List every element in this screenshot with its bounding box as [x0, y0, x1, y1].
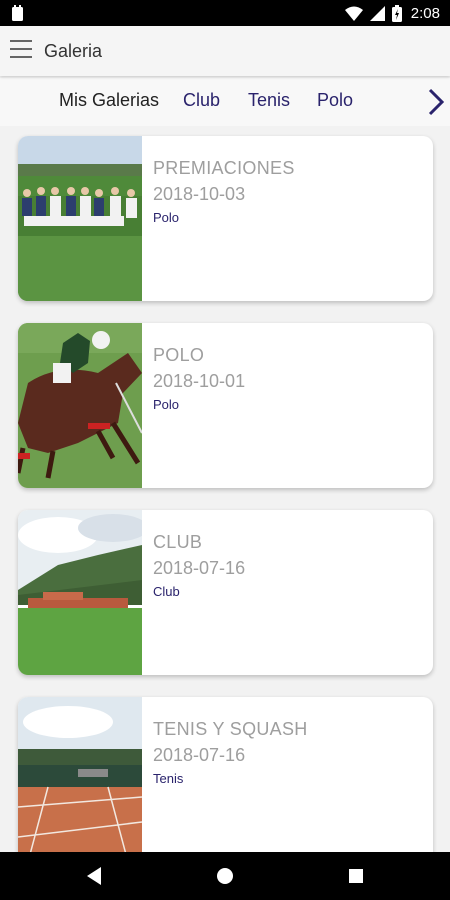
- gallery-thumbnail: [18, 510, 142, 675]
- gallery-category: Tenis: [153, 771, 184, 786]
- status-bar: 2:08: [0, 0, 450, 26]
- system-nav-bar: [0, 852, 450, 900]
- tab-mis-galerias[interactable]: Mis Galerias: [59, 90, 159, 111]
- gallery-card-premiaciones[interactable]: PREMIACIONES 2018-10-03 Polo: [18, 136, 433, 301]
- gallery-category: Club: [153, 584, 180, 599]
- status-time: 2:08: [410, 4, 440, 22]
- home-icon[interactable]: [213, 864, 237, 888]
- gallery-tab-bar: Mis Galerias Club Tenis Polo: [0, 78, 450, 126]
- tab-club[interactable]: Club: [183, 90, 220, 111]
- gallery-title: CLUB: [153, 532, 203, 552]
- gallery-thumbnail: [18, 136, 142, 301]
- recents-icon[interactable]: [344, 864, 368, 888]
- gallery-card-club[interactable]: CLUB 2018-07-16 Club: [18, 510, 433, 675]
- back-icon[interactable]: [83, 864, 107, 888]
- gallery-card-tenis-y-squash[interactable]: TENIS Y SQUASH 2018-07-16 Tenis: [18, 697, 433, 852]
- app-bar: Galeria: [0, 26, 450, 76]
- notification-icon: [12, 5, 23, 21]
- gallery-title: TENIS Y SQUASH: [153, 719, 308, 739]
- signal-icon: [369, 5, 385, 21]
- gallery-list: PREMIACIONES 2018-10-03 Polo POLO 2018-1…: [0, 126, 450, 852]
- gallery-category: Polo: [153, 210, 180, 225]
- tab-polo[interactable]: Polo: [317, 90, 353, 111]
- gallery-date: 2018-07-16: [153, 745, 246, 765]
- gallery-card-polo[interactable]: POLO 2018-10-01 Polo: [18, 323, 433, 488]
- battery-icon: [391, 4, 402, 22]
- wifi-icon: [344, 6, 363, 21]
- page-title: Galeria: [44, 41, 103, 61]
- gallery-thumbnail: [18, 323, 142, 488]
- gallery-title: POLO: [153, 345, 205, 365]
- gallery-category: Polo: [153, 397, 180, 412]
- chevron-right-icon[interactable]: [425, 88, 447, 116]
- gallery-title: PREMIACIONES: [153, 158, 295, 178]
- menu-icon[interactable]: [10, 40, 32, 60]
- tab-tenis[interactable]: Tenis: [248, 90, 290, 111]
- gallery-date: 2018-10-03: [153, 184, 246, 204]
- gallery-date: 2018-07-16: [153, 558, 246, 578]
- gallery-date: 2018-10-01: [153, 371, 246, 391]
- gallery-thumbnail: [18, 697, 142, 852]
